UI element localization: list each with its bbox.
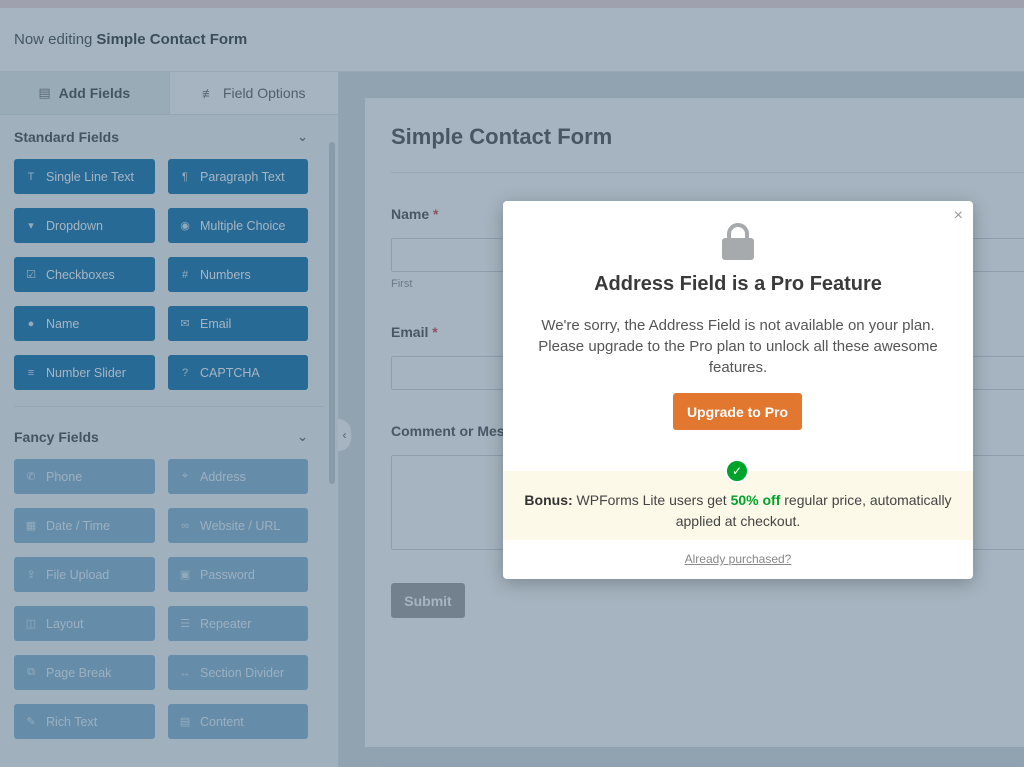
bonus-text: Bonus: WPForms Lite users get 50% off re… [524,492,952,529]
already-purchased-link[interactable]: Already purchased? [503,552,973,566]
pro-feature-modal: × Address Field is a Pro Feature We're s… [503,201,973,579]
close-icon[interactable]: × [954,207,963,225]
check-icon: ✓ [725,459,749,483]
modal-title: Address Field is a Pro Feature [594,273,882,295]
lock-icon [722,223,754,260]
modal-message: We're sorry, the Address Field is not av… [538,317,938,376]
discount-highlight: 50% off [730,492,781,508]
upgrade-to-pro-button[interactable]: Upgrade to Pro [673,393,802,430]
